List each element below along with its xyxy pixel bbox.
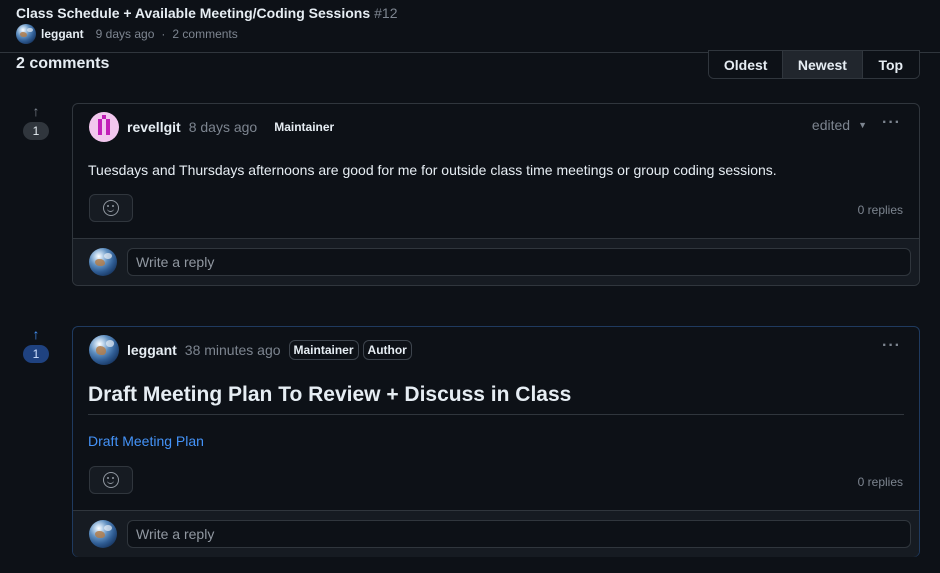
smiley-icon bbox=[103, 200, 119, 216]
sort-segmented-control: Oldest Newest Top bbox=[708, 50, 920, 79]
discussion-number: #12 bbox=[374, 5, 398, 21]
comment-header: revellgit 8 days ago Maintainer bbox=[89, 112, 334, 142]
comment-time-link[interactable]: 38 minutes ago bbox=[185, 342, 281, 358]
triangle-down-icon: ▼ bbox=[858, 120, 867, 130]
upvote-count[interactable]: 1 bbox=[23, 345, 49, 363]
add-reaction-button[interactable] bbox=[89, 466, 133, 494]
reply-area bbox=[73, 510, 919, 557]
sort-newest-button[interactable]: Newest bbox=[783, 51, 863, 78]
comment-card: leggant 38 minutes ago Maintainer Author… bbox=[72, 326, 920, 557]
arrow-up-icon[interactable]: ↑ bbox=[33, 327, 40, 343]
smiley-icon bbox=[103, 472, 119, 488]
reply-input[interactable] bbox=[127, 520, 911, 548]
discussion-title-text: Class Schedule + Available Meeting/Codin… bbox=[16, 5, 371, 21]
kebab-horizontal-icon[interactable]: ··· bbox=[882, 337, 901, 355]
reply-input[interactable] bbox=[127, 248, 911, 276]
maintainer-badge: Maintainer bbox=[274, 120, 335, 134]
replies-count: 0 replies bbox=[857, 475, 903, 489]
discussion-meta: leggant 9 days ago · 2 comments bbox=[16, 24, 238, 44]
add-reaction-button[interactable] bbox=[89, 194, 133, 222]
author-badge: Author bbox=[362, 340, 412, 360]
discussion-title: Class Schedule + Available Meeting/Codin… bbox=[16, 5, 397, 21]
comment-header: leggant 38 minutes ago Maintainer Author bbox=[89, 335, 412, 365]
sort-oldest-button[interactable]: Oldest bbox=[709, 51, 784, 78]
upvote-control: ↑ 1 bbox=[22, 327, 50, 363]
arrow-up-icon[interactable]: ↑ bbox=[33, 104, 40, 120]
comment-card: revellgit 8 days ago Maintainer edited ▼ … bbox=[72, 103, 920, 286]
maintainer-badge: Maintainer bbox=[288, 340, 359, 360]
draft-meeting-plan-link[interactable]: Draft Meeting Plan bbox=[88, 433, 204, 449]
sort-top-button[interactable]: Top bbox=[862, 51, 919, 78]
edited-history-dropdown[interactable]: edited ▼ bbox=[812, 117, 867, 133]
discussion-author-link[interactable]: leggant bbox=[41, 27, 84, 41]
discussion-comments-count: 2 comments bbox=[172, 27, 238, 41]
comments-count-heading: 2 comments bbox=[16, 55, 110, 72]
comment-author-link[interactable]: leggant bbox=[127, 342, 177, 358]
avatar bbox=[89, 520, 117, 548]
comment-heading: Draft Meeting Plan To Review + Discuss i… bbox=[88, 383, 904, 415]
separator-dot: · bbox=[161, 27, 166, 41]
comment-body: Tuesdays and Thursdays afternoons are go… bbox=[88, 162, 777, 178]
avatar[interactable] bbox=[89, 112, 119, 142]
discussion-header: Class Schedule + Available Meeting/Codin… bbox=[0, 0, 940, 53]
avatar[interactable] bbox=[16, 24, 36, 44]
comment-time-link[interactable]: 8 days ago bbox=[189, 119, 258, 135]
reply-area bbox=[73, 238, 919, 285]
edited-label: edited bbox=[811, 117, 851, 133]
discussion-time: 9 days ago bbox=[95, 27, 155, 41]
upvote-control: ↑ 1 bbox=[22, 104, 50, 140]
kebab-horizontal-icon[interactable]: ··· bbox=[882, 114, 901, 132]
replies-count: 0 replies bbox=[857, 203, 903, 217]
upvote-count[interactable]: 1 bbox=[23, 122, 49, 140]
avatar bbox=[89, 248, 117, 276]
avatar[interactable] bbox=[89, 335, 119, 365]
comment-author-link[interactable]: revellgit bbox=[127, 119, 181, 135]
